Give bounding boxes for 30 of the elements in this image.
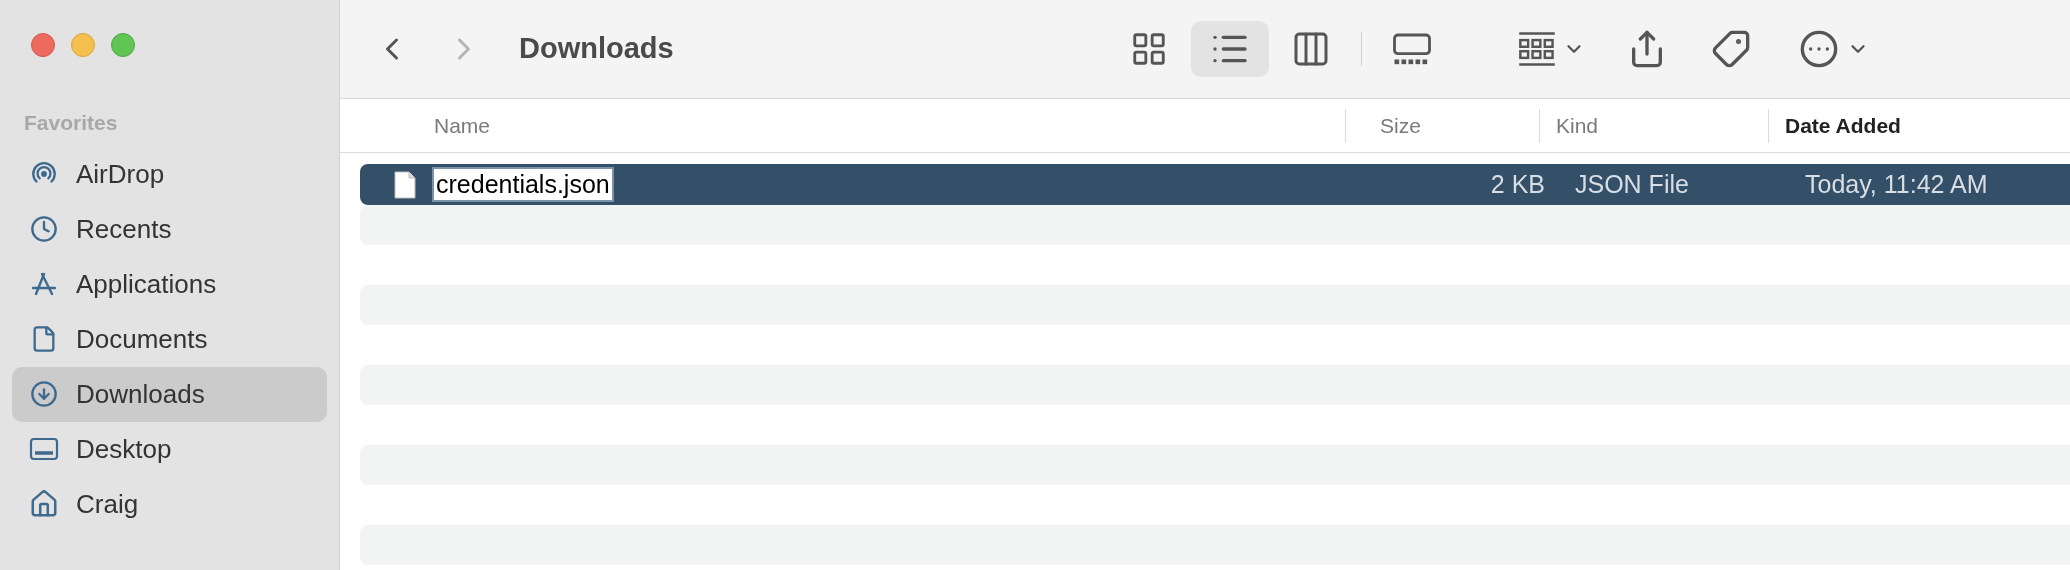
column-header[interactable]: Size [1380, 109, 1421, 142]
gallery-view-icon [1390, 31, 1433, 67]
sidebar-item[interactable]: Applications [12, 256, 327, 312]
sidebar-section-heading: Favorites [24, 110, 118, 136]
download-icon [30, 380, 58, 408]
desktop-icon [29, 436, 59, 462]
window-title: Downloads [519, 31, 674, 67]
sidebar-item[interactable]: Recents [12, 201, 327, 257]
file-row[interactable]: credentials.json 2 KB JSON File Today, 11:42 AM [360, 164, 2070, 205]
close-window-button[interactable] [31, 33, 55, 57]
more-icon [1798, 29, 1839, 69]
table-cell: Today, 11:42 AM [1805, 169, 1988, 198]
sidebar-item[interactable]: AirDrop [12, 146, 327, 202]
column-header[interactable]: Kind [1556, 109, 1599, 142]
view-button[interactable] [1190, 21, 1269, 77]
table-cell: JSON File [1575, 169, 1689, 198]
clock-icon [30, 215, 58, 243]
app-store-icon [30, 270, 58, 298]
sidebar-item[interactable]: Downloads [12, 366, 327, 422]
table-cell-text: 2 KB [1490, 168, 1545, 200]
home-icon [29, 489, 59, 519]
file-icon [394, 170, 416, 199]
column-header[interactable]: Date Added [1785, 109, 1901, 142]
column-header[interactable]: Name [434, 109, 491, 142]
name-field[interactable]: credentials.json [432, 167, 614, 202]
tag-icon[interactable] [1710, 29, 1751, 69]
sidebar-item[interactable]: Craig [12, 476, 327, 532]
sidebar-item[interactable]: Documents [12, 311, 327, 367]
group-icon [1516, 30, 1557, 68]
sidebar-item[interactable]: Desktop [12, 421, 327, 477]
